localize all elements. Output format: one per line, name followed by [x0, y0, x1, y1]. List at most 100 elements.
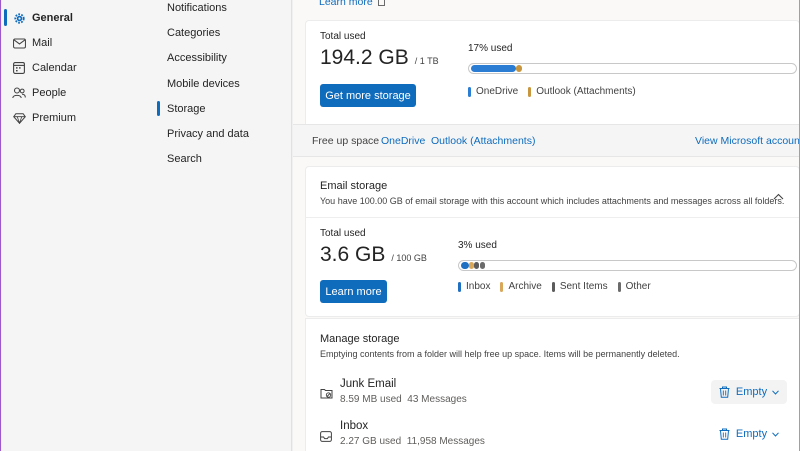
free-up-space-label: Free up space [312, 135, 380, 147]
list-item: Inbox 2.27 GB used 11,958 Messages Empty [306, 415, 799, 451]
legend-swatch [458, 281, 461, 292]
legend-swatch [551, 281, 555, 292]
legend-item-onedrive: OneDrive [468, 86, 518, 97]
view-microsoft-account-link[interactable]: View Microsoft account [695, 135, 799, 147]
get-more-storage-button[interactable]: Get more storage [320, 84, 416, 107]
inbox-segment [461, 262, 469, 269]
subnav-item-notifications[interactable]: Notifications [167, 2, 227, 14]
mail-icon [12, 36, 26, 50]
nav-item-general[interactable]: General [12, 7, 73, 29]
manage-storage-title: Manage storage [320, 333, 400, 345]
legend-swatch [528, 86, 532, 97]
nav-item-premium[interactable]: Premium [12, 107, 76, 129]
free-up-onedrive-link[interactable]: OneDrive [381, 135, 425, 147]
folder-message-count: 43 Messages [407, 394, 467, 405]
cloud-legend: OneDrive Outlook (Attachments) [468, 86, 646, 97]
cloud-used-value: 194.2 GB [320, 46, 409, 69]
email-used-amount: 3.6 GB / 100 GB [320, 243, 427, 267]
nav-item-calendar[interactable]: Calendar [12, 57, 77, 79]
junk-folder-icon [320, 386, 333, 404]
legend-swatch [468, 86, 471, 97]
legend-item-archive: Archive [500, 281, 542, 292]
cloud-usage-bar [468, 63, 797, 74]
email-percent-label: 3% used [458, 240, 497, 251]
email-total-used-label: Total used [320, 228, 366, 239]
collapse-chevron-icon[interactable] [773, 187, 785, 200]
legend-label: Other [625, 281, 651, 292]
chevron-down-icon [772, 431, 779, 437]
legend-item-outlook: Outlook (Attachments) [528, 86, 636, 97]
empty-inbox-button[interactable]: Empty [711, 422, 787, 446]
learn-more-link-label: Learn more [319, 0, 373, 8]
chevron-down-icon [772, 389, 779, 395]
cloud-percent-label: 17% used [468, 43, 513, 54]
email-used-value: 3.6 GB [320, 243, 386, 266]
subnav-item-storage[interactable]: Storage [167, 103, 206, 115]
manage-storage-description: Emptying contents from a folder will hel… [320, 349, 680, 359]
gear-icon [12, 11, 26, 25]
folder-usage: 2.27 GB used 11,958 Messages [340, 436, 485, 447]
nav-item-label: Premium [32, 112, 77, 124]
folder-size: 2.27 GB used [340, 436, 402, 447]
nav-item-label: People [32, 87, 67, 99]
cloud-storage-card: Total used 194.2 GB / 1 TB 17% used OneD… [305, 20, 799, 124]
folder-message-count: 11,958 Messages [406, 436, 485, 447]
legend-label: Outlook (Attachments) [536, 86, 636, 97]
storage-panel: Learn more Total used 194.2 GB / 1 TB 17… [293, 0, 799, 451]
other-segment [480, 262, 485, 269]
inbox-icon [320, 429, 332, 447]
settings-subnav: Notifications Categories Accessibility M… [145, 0, 292, 451]
external-link-icon [377, 0, 385, 6]
total-used-label: Total used [320, 31, 366, 42]
calendar-icon [12, 61, 26, 75]
manage-storage-card: Manage storage Emptying contents from a … [305, 318, 799, 451]
learn-more-button[interactable]: Learn more [320, 280, 387, 303]
cloud-capacity: / 1 TB [414, 56, 439, 66]
nav-item-people[interactable]: People [12, 82, 66, 104]
free-up-outlook-link[interactable]: Outlook (Attachments) [431, 135, 535, 147]
settings-nav: General Mail Calendar People Premium [2, 0, 145, 451]
free-up-space-bar: Free up space OneDrive Outlook (Attachme… [293, 124, 799, 157]
trash-icon [719, 428, 730, 440]
folder-name: Inbox [340, 420, 369, 432]
nav-item-label: Mail [32, 37, 53, 49]
window-frame: General Mail Calendar People Premium Not… [0, 0, 800, 451]
diamond-icon [12, 111, 26, 125]
legend-label: Archive [508, 281, 542, 292]
legend-label: Inbox [466, 281, 491, 292]
nav-active-indicator [4, 9, 7, 26]
folder-name: Junk Email [340, 378, 397, 390]
subnav-item-privacy[interactable]: Privacy and data [167, 128, 249, 140]
email-storage-title: Email storage [320, 180, 388, 192]
legend-swatch [617, 281, 621, 292]
trash-icon [719, 386, 730, 398]
learn-more-link-top[interactable]: Learn more [319, 0, 385, 8]
empty-junk-button[interactable]: Empty [711, 380, 787, 404]
subnav-item-accessibility[interactable]: Accessibility [167, 52, 227, 64]
email-storage-card: Email storage You have 100.00 GB of emai… [305, 166, 799, 317]
email-usage-bar [458, 260, 797, 271]
legend-item-other: Other [617, 281, 651, 292]
legend-swatch [500, 281, 504, 292]
email-legend: Inbox Archive Sent Items Other [458, 281, 661, 292]
list-item: Junk Email 8.59 MB used 43 Messages Empt… [306, 373, 799, 411]
email-capacity: / 100 GB [391, 253, 427, 263]
folder-size: 8.59 MB used [340, 394, 402, 405]
folder-usage: 8.59 MB used 43 Messages [340, 394, 467, 405]
cloud-used-amount: 194.2 GB / 1 TB [320, 46, 439, 70]
empty-button-label: Empty [735, 428, 768, 440]
email-storage-description: You have 100.00 GB of email storage with… [320, 196, 785, 206]
people-icon [12, 86, 26, 100]
nav-item-label: General [32, 12, 73, 24]
nav-item-mail[interactable]: Mail [12, 32, 52, 54]
onedrive-segment [471, 65, 516, 72]
subnav-item-mobile-devices[interactable]: Mobile devices [167, 78, 240, 90]
sent-items-segment [474, 262, 479, 269]
subnav-item-categories[interactable]: Categories [167, 27, 220, 39]
empty-button-label: Empty [735, 386, 768, 398]
subnav-item-search[interactable]: Search [167, 153, 202, 165]
outlook-attachments-segment [516, 65, 522, 72]
legend-label: OneDrive [476, 86, 519, 97]
legend-label: Sent Items [559, 281, 608, 292]
legend-item-sent-items: Sent Items [551, 281, 608, 292]
